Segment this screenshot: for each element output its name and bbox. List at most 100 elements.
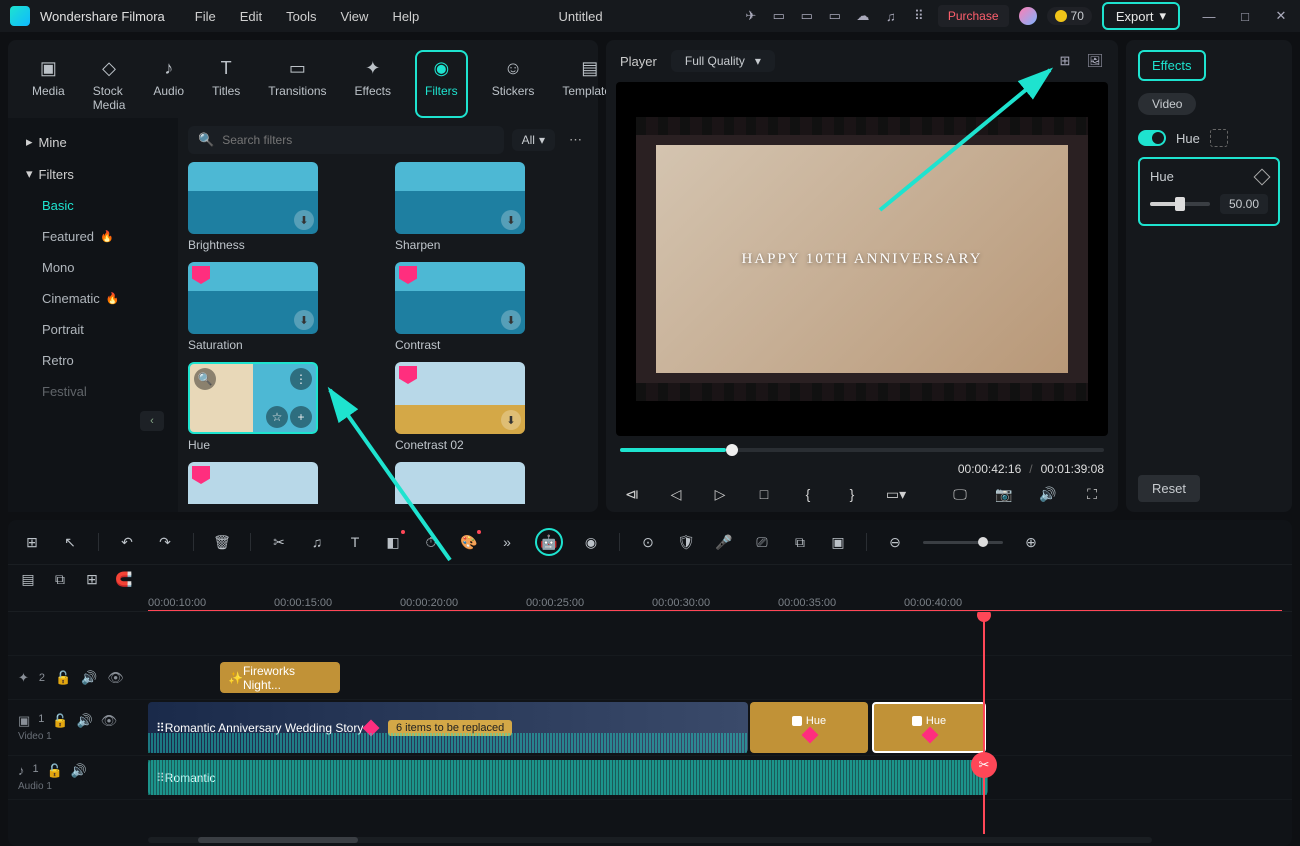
mic-icon[interactable]: 🎤 — [714, 532, 734, 552]
video-pill[interactable]: Video — [1138, 93, 1196, 115]
display-button[interactable]: 🖵 — [948, 482, 972, 506]
eye-icon[interactable]: 👁 — [107, 670, 124, 686]
zoom-in-button[interactable]: ⊕ — [1021, 532, 1041, 552]
menu-tools[interactable]: Tools — [286, 9, 316, 24]
volume-button[interactable]: 🔊 — [1036, 482, 1060, 506]
headphones-icon[interactable]: ♫ — [882, 7, 900, 25]
pointer-icon[interactable]: ↖ — [60, 532, 80, 552]
eye-icon[interactable]: 👁 — [101, 713, 118, 729]
clip-audio[interactable]: ⠿Romantic — [148, 760, 988, 795]
timeline-scrollbar[interactable] — [8, 834, 1292, 846]
filter-saturation[interactable]: ⬇Saturation — [188, 262, 377, 352]
tab-transitions[interactable]: ▭Transitions — [264, 50, 330, 118]
menu-file[interactable]: File — [195, 9, 216, 24]
mark-out-button[interactable]: } — [840, 482, 864, 506]
group-icon[interactable]: ⧉ — [790, 532, 810, 552]
hue-slider[interactable] — [1150, 202, 1210, 206]
export-button[interactable]: Export▾ — [1102, 2, 1180, 30]
mixer-icon[interactable]: ⎚ — [752, 532, 772, 552]
mute-icon[interactable]: 🔊 — [71, 763, 87, 779]
add-icon[interactable]: + — [290, 406, 312, 428]
sidebar-portrait[interactable]: Portrait — [14, 314, 172, 345]
preview-area[interactable]: HAPPY 10TH ANNIVERSARY — [616, 82, 1108, 436]
mute-icon[interactable]: 🔊 — [81, 670, 97, 686]
menu-help[interactable]: Help — [392, 9, 419, 24]
clip-video-main[interactable]: ⠿Romantic Anniversary Wedding Story6 ite… — [148, 702, 748, 753]
keyframe-icon[interactable] — [1254, 168, 1271, 185]
progress-bar[interactable] — [620, 448, 1104, 452]
snap-icon[interactable]: ⊞ — [82, 569, 102, 589]
filter-item[interactable] — [395, 462, 584, 504]
record-icon[interactable]: ▭ — [770, 7, 788, 25]
music-button[interactable]: ♫ — [307, 532, 327, 552]
text-button[interactable]: T — [345, 532, 365, 552]
avatar-icon[interactable] — [1019, 7, 1037, 25]
fullscreen-button[interactable]: ⛶ — [1080, 482, 1104, 506]
download-icon[interactable]: ⬇ — [501, 310, 521, 330]
more-icon[interactable]: ⋮ — [290, 368, 312, 390]
step-back-button[interactable]: ◁ — [664, 482, 688, 506]
monitor-icon[interactable]: ▭ — [798, 7, 816, 25]
more-button[interactable]: ⋯ — [563, 132, 588, 148]
sidebar-retro[interactable]: Retro — [14, 345, 172, 376]
tab-titles[interactable]: TTitles — [208, 50, 244, 118]
menu-view[interactable]: View — [340, 9, 368, 24]
shield-icon[interactable]: 🛡 — [676, 532, 696, 552]
zoom-out-button[interactable]: ⊖ — [885, 532, 905, 552]
send-icon[interactable]: ✈ — [742, 7, 760, 25]
purchase-button[interactable]: Purchase — [938, 5, 1009, 27]
filter-sharpen[interactable]: ⬇Sharpen — [395, 162, 584, 252]
close-icon[interactable]: ✕ — [1272, 7, 1290, 25]
download-icon[interactable]: ⬇ — [501, 210, 521, 230]
cut-button[interactable]: ✂ — [269, 532, 289, 552]
render-icon[interactable]: ▣ — [828, 532, 848, 552]
ai-button[interactable]: 🤖 — [535, 528, 563, 556]
image-icon[interactable]: 🖼 — [1086, 52, 1104, 70]
star-icon[interactable]: ☆ — [266, 406, 288, 428]
hue-toggle[interactable] — [1138, 130, 1166, 146]
credits-chip[interactable]: 70 — [1047, 7, 1092, 25]
lock-icon[interactable]: 🔓 — [52, 713, 68, 729]
sidebar-filters[interactable]: ▾Filters — [14, 158, 172, 190]
clip-fireworks[interactable]: ✨Fireworks Night... — [220, 662, 340, 693]
filter-contrast02[interactable]: ⬇Conetrast 02 — [395, 362, 584, 452]
track-manage-icon[interactable]: ▤ — [18, 569, 38, 589]
speed-button[interactable]: ⏱ — [421, 532, 441, 552]
sidebar-mono[interactable]: Mono — [14, 252, 172, 283]
timeline-ruler[interactable]: 00:00:10:00 00:00:15:00 00:00:20:00 00:0… — [8, 593, 1292, 612]
search-input[interactable] — [222, 133, 493, 147]
filter-brightness[interactable]: ⬇Brightness — [188, 162, 377, 252]
tab-audio[interactable]: ♪Audio — [149, 50, 188, 118]
minimize-icon[interactable]: — — [1200, 7, 1218, 25]
clip-hue-1[interactable]: Hue — [750, 702, 868, 753]
reset-params-icon[interactable] — [1210, 129, 1228, 147]
color-button[interactable]: 🎨 — [459, 532, 479, 552]
record-button[interactable]: ⊙ — [638, 532, 658, 552]
redo-button[interactable]: ↷ — [155, 532, 175, 552]
lock-icon[interactable]: 🔓 — [47, 763, 63, 779]
sidebar-collapse-button[interactable]: ‹ — [140, 411, 164, 431]
preview-icon[interactable]: 🔍 — [194, 368, 216, 390]
download-icon[interactable]: ⬇ — [294, 310, 314, 330]
effects-tab[interactable]: Effects — [1138, 50, 1206, 81]
snapshot-button[interactable]: 📷 — [992, 482, 1016, 506]
filter-contrast[interactable]: ⬇Contrast — [395, 262, 584, 352]
magnet-icon[interactable]: 🧲 — [114, 569, 134, 589]
link-icon[interactable]: ⧉ — [50, 569, 70, 589]
playhead[interactable]: ✂ — [983, 612, 985, 834]
save-icon[interactable]: ▭ — [826, 7, 844, 25]
reset-button[interactable]: Reset — [1138, 475, 1200, 502]
marker-icon[interactable]: ◉ — [581, 532, 601, 552]
tab-effects[interactable]: ✦Effects — [351, 50, 395, 118]
maximize-icon[interactable]: □ — [1236, 7, 1254, 25]
mute-icon[interactable]: 🔊 — [77, 713, 93, 729]
play-button[interactable]: ▷ — [708, 482, 732, 506]
hue-value[interactable]: 50.00 — [1220, 194, 1268, 214]
zoom-slider[interactable] — [923, 541, 1003, 544]
filter-item[interactable] — [188, 462, 377, 504]
tab-media[interactable]: ▣Media — [28, 50, 69, 118]
scissors-icon[interactable]: ✂ — [971, 752, 997, 778]
prev-frame-button[interactable]: ⧏ — [620, 482, 644, 506]
tab-filters[interactable]: ◉Filters — [415, 50, 468, 118]
lock-icon[interactable]: 🔓 — [55, 670, 71, 686]
